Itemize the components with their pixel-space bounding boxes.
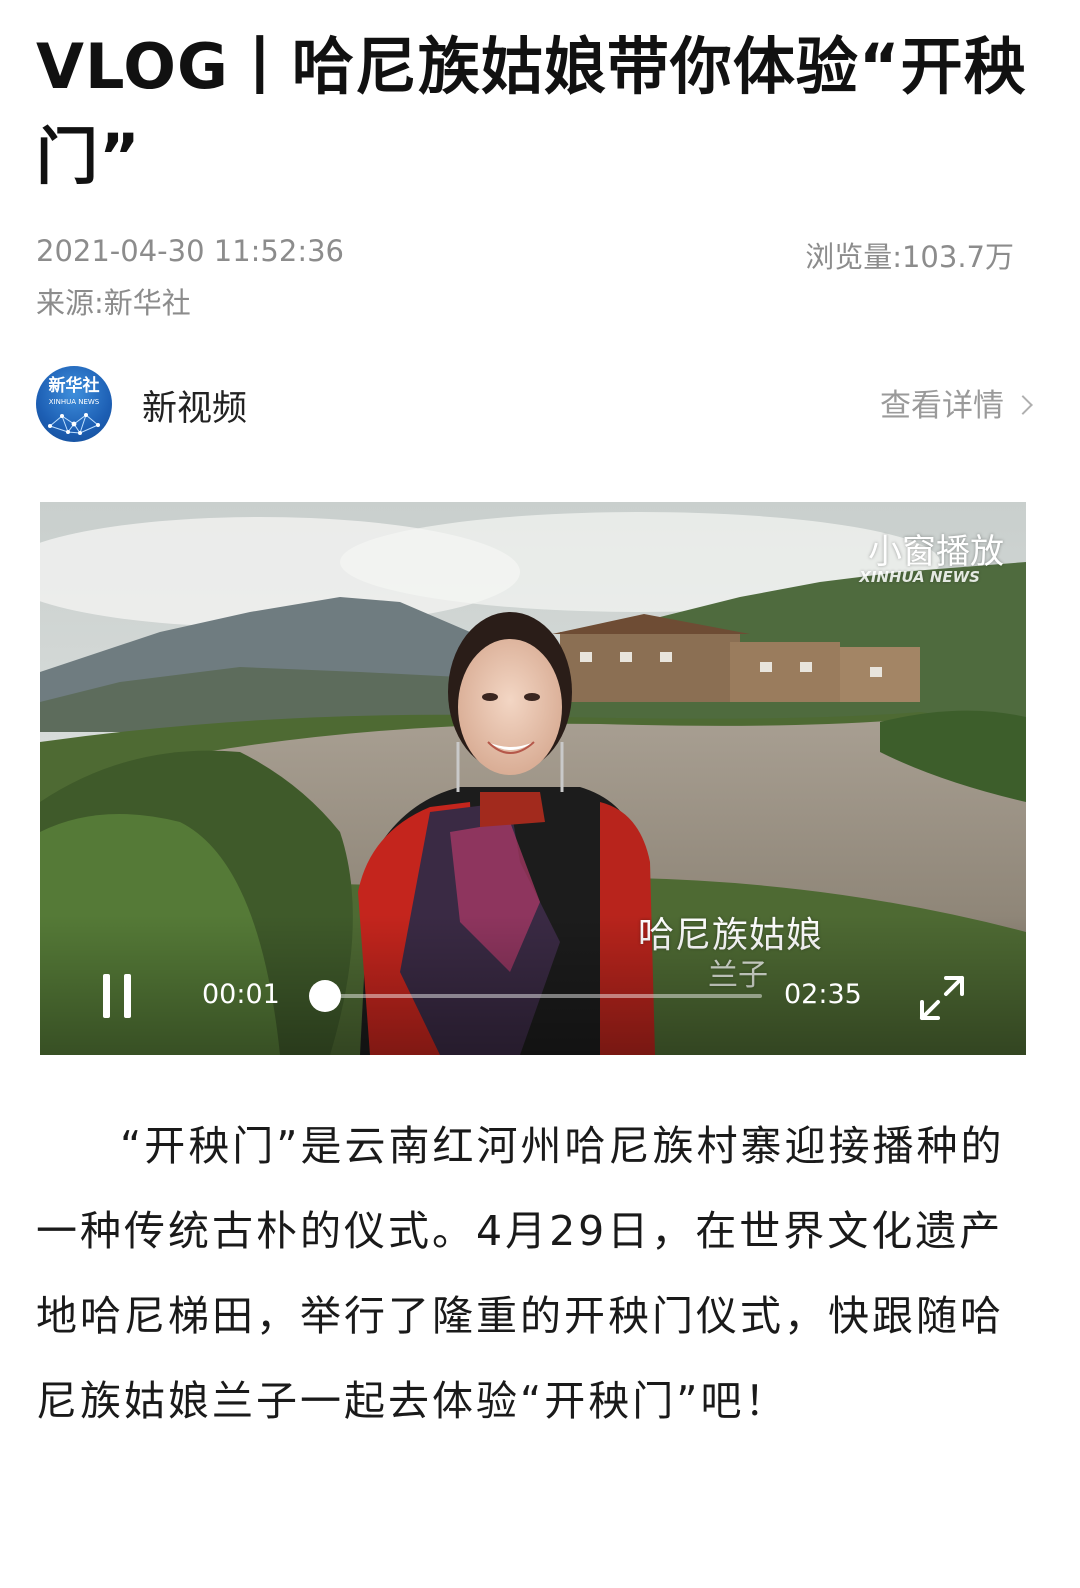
video-controls-bar <box>40 915 1026 1055</box>
progress-handle[interactable] <box>308 980 341 1012</box>
pause-icon[interactable] <box>100 974 134 1018</box>
picture-in-picture-button[interactable]: 小窗播放 <box>868 524 1004 573</box>
source-value: 新华社 <box>103 286 191 320</box>
view-count-value: 103.7万 <box>901 240 1014 274</box>
avatar-logo-text: 新华社 <box>48 376 100 396</box>
network-icon <box>48 413 100 435</box>
source-line: 来源:新华社 <box>36 280 191 322</box>
view-count: 浏览量:103.7万 <box>805 234 1014 276</box>
channel-row: 新华社 XINHUA NEWS 新视频 查看详情 <box>36 366 1033 444</box>
total-duration: 02:35 <box>784 979 862 1010</box>
article-body-paragraph: “开秧门”是云南红河州哈尼族村寨迎接播种的一种传统古朴的仪式。4月29日，在世界… <box>36 1122 1005 1425</box>
view-details-link[interactable]: 查看详情 <box>880 380 1033 425</box>
current-time: 00:01 <box>202 979 280 1010</box>
fullscreen-icon[interactable] <box>916 972 968 1024</box>
view-count-label: 浏览量: <box>805 240 902 274</box>
publish-datetime: 2021-04-30 11:52:36 <box>36 234 344 268</box>
channel-avatar[interactable]: 新华社 XINHUA NEWS <box>36 366 112 442</box>
source-label: 来源: <box>36 286 104 320</box>
avatar-logo-subtext: XINHUA NEWS <box>48 398 100 406</box>
xinhua-watermark: XINHUA NEWS <box>859 568 980 586</box>
chevron-right-icon <box>1013 395 1033 415</box>
progress-bar[interactable] <box>308 980 762 1012</box>
channel-name[interactable]: 新视频 <box>142 380 247 431</box>
article-title: VLOG丨哈尼族姑娘带你体验“开秧门” <box>36 30 1027 193</box>
view-details-label: 查看详情 <box>880 388 1004 424</box>
video-player[interactable]: 小窗播放 XINHUA NEWS 哈尼族姑娘 兰子 00:01 02:35 <box>40 502 1026 1055</box>
